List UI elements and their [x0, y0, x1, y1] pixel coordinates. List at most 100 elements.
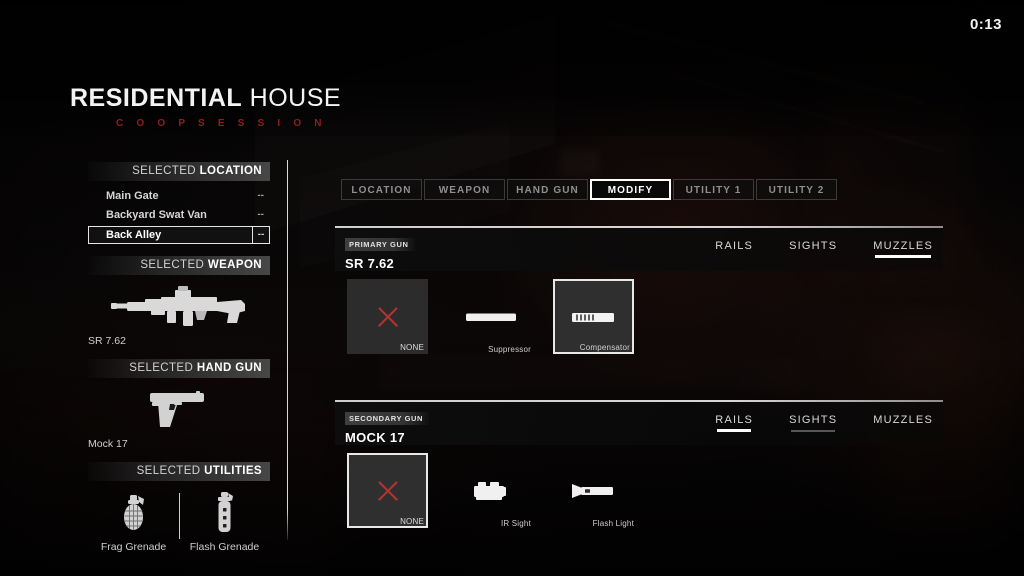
panel-divider: [287, 160, 288, 540]
mission-title-block: RESIDENTIAL HOUSE C O O P S E S S I O N: [70, 86, 341, 130]
secondary-gun-header: SECONDARY GUN MOCK 17 RAILS SIGHTS MUZZL…: [335, 402, 943, 445]
mission-subtitle: C O O P S E S S I O N: [116, 118, 327, 129]
location-row-back-alley[interactable]: Back Alley --: [88, 226, 270, 244]
primary-subtab-sights[interactable]: SIGHTS: [789, 240, 837, 258]
location-row-main-gate[interactable]: Main Gate --: [88, 188, 270, 204]
option-card: [553, 453, 634, 528]
ir-sight-icon: [473, 481, 506, 500]
sidebar-header-handgun-light: SELECTED: [129, 362, 194, 374]
sidebar-header-location-bold: LOCATION: [199, 165, 262, 177]
assault-rifle-icon: [88, 275, 270, 333]
primary-gun-subtabs: RAILS SIGHTS MUZZLES: [715, 240, 933, 258]
utility-slot-frag[interactable]: Frag Grenade: [97, 491, 171, 553]
tab-utility-1[interactable]: UTILITY 1: [673, 179, 754, 200]
sidebar-weapon-name: SR 7.62: [88, 335, 126, 347]
secondary-option-none[interactable]: NONE: [347, 453, 428, 528]
option-label: Suppressor: [488, 345, 531, 354]
compensator-icon: [571, 312, 614, 322]
option-card: [450, 279, 531, 354]
subtab-underline: [791, 255, 835, 258]
sidebar-header-utilities-light: SELECTED: [136, 465, 201, 477]
tab-utility-2[interactable]: UTILITY 2: [756, 179, 837, 200]
frag-grenade-icon: [97, 491, 171, 535]
sidebar-weapon-block: SELECTED WEAPON SR 7.62: [88, 256, 270, 347]
sidebar-header-handgun: SELECTED HAND GUN: [88, 359, 270, 378]
utility-slot-flash[interactable]: Flash Grenade: [188, 491, 262, 553]
option-label: IR Sight: [500, 519, 531, 528]
title-word-secondary: HOUSE: [249, 84, 342, 112]
tab-hand-gun[interactable]: HAND GUN: [507, 179, 588, 200]
location-label: Backyard Swat Van: [106, 209, 207, 221]
subtab-label: RAILS: [715, 240, 754, 252]
tab-weapon[interactable]: WEAPON: [424, 179, 505, 200]
sidebar-header-weapon: SELECTED WEAPON: [88, 256, 270, 275]
sidebar-header-location: SELECTED LOCATION: [88, 162, 270, 181]
flash-light-icon: [571, 483, 613, 498]
tab-location[interactable]: LOCATION: [341, 179, 422, 200]
secondary-option-flash-light[interactable]: Flash Light: [553, 453, 634, 528]
primary-gun-badge: PRIMARY GUN: [345, 238, 415, 251]
sidebar-handgun-block: SELECTED HAND GUN Mock 17: [88, 359, 270, 450]
sidebar-header-weapon-bold: WEAPON: [207, 259, 262, 271]
secondary-gun-options-body: NONE IR Sight Flash Light: [335, 445, 943, 540]
title-word-primary: RESIDENTIAL: [70, 84, 243, 112]
subtab-underline: [875, 255, 931, 258]
location-value: --: [257, 190, 264, 201]
utilities-divider: [179, 493, 180, 539]
subtab-label: MUZZLES: [873, 240, 933, 252]
primary-gun-option-list: NONE Suppressor Compensator: [347, 279, 943, 354]
primary-subtab-rails[interactable]: RAILS: [715, 240, 753, 258]
secondary-gun-option-list: NONE IR Sight Flash Light: [347, 453, 943, 528]
primary-gun-name: SR 7.62: [345, 256, 395, 271]
primary-option-none[interactable]: NONE: [347, 279, 428, 354]
sidebar-utilities-block: SELECTED UTILITIES Frag Grenade Flash Gr…: [88, 462, 270, 553]
sidebar-header-utilities: SELECTED UTILITIES: [88, 462, 270, 481]
subtab-label: SIGHTS: [789, 240, 838, 252]
secondary-subtab-sights[interactable]: SIGHTS: [789, 414, 837, 432]
flash-grenade-icon: [188, 491, 262, 535]
primary-subtab-muzzles[interactable]: MUZZLES: [873, 240, 933, 258]
location-label: Main Gate: [106, 190, 159, 202]
tab-modify[interactable]: MODIFY: [590, 179, 671, 200]
secondary-gun-name: MOCK 17: [345, 430, 405, 445]
secondary-gun-subtabs: RAILS SIGHTS MUZZLES: [715, 414, 933, 432]
sidebar-header-weapon-light: SELECTED: [140, 259, 205, 271]
primary-option-compensator[interactable]: Compensator: [553, 279, 634, 354]
loadout-tabbar: LOCATION WEAPON HAND GUN MODIFY UTILITY …: [341, 179, 839, 200]
secondary-subtab-muzzles[interactable]: MUZZLES: [873, 414, 933, 432]
utility-label: Flash Grenade: [189, 541, 260, 553]
option-label: Flash Light: [592, 519, 634, 528]
none-x-icon: [375, 478, 401, 504]
subtab-underline: [791, 430, 836, 432]
subtab-underline: [875, 429, 931, 432]
subtab-label: SIGHTS: [789, 414, 838, 426]
sidebar-header-utilities-bold: UTILITIES: [204, 465, 262, 477]
secondary-subtab-rails[interactable]: RAILS: [715, 414, 753, 432]
location-row-backyard-swat-van[interactable]: Backyard Swat Van --: [88, 207, 270, 223]
subtab-label: RAILS: [715, 414, 754, 426]
primary-gun-header: PRIMARY GUN SR 7.62 RAILS SIGHTS MUZZLES: [335, 228, 943, 271]
utilities-row: Frag Grenade Flash Grenade: [88, 491, 270, 553]
location-value: --: [252, 227, 269, 243]
location-label: Back Alley: [106, 229, 162, 241]
sidebar-handgun-name: Mock 17: [88, 438, 128, 450]
subtab-underline: [717, 255, 751, 258]
secondary-option-ir-sight[interactable]: IR Sight: [450, 453, 531, 528]
option-card: [450, 453, 531, 528]
subtab-underline: [717, 429, 752, 432]
secondary-gun-panel: SECONDARY GUN MOCK 17 RAILS SIGHTS MUZZL…: [335, 400, 943, 540]
option-label: Compensator: [579, 343, 630, 352]
loadout-sidebar: SELECTED LOCATION Main Gate -- Backyard …: [88, 162, 270, 553]
suppressor-icon: [465, 313, 516, 321]
primary-option-suppressor[interactable]: Suppressor: [450, 279, 531, 354]
utility-label: Frag Grenade: [100, 541, 167, 553]
primary-gun-options-body: NONE Suppressor Compensator: [335, 271, 943, 366]
sidebar-header-location-light: SELECTED: [132, 165, 196, 177]
session-timer: 0:13: [969, 16, 1002, 33]
page-title: RESIDENTIAL HOUSE: [70, 86, 341, 111]
option-label: NONE: [400, 517, 424, 526]
sidebar-header-handgun-bold: HAND GUN: [196, 362, 262, 374]
none-x-icon: [375, 304, 401, 330]
option-label: NONE: [400, 343, 424, 352]
location-value: --: [257, 209, 264, 220]
